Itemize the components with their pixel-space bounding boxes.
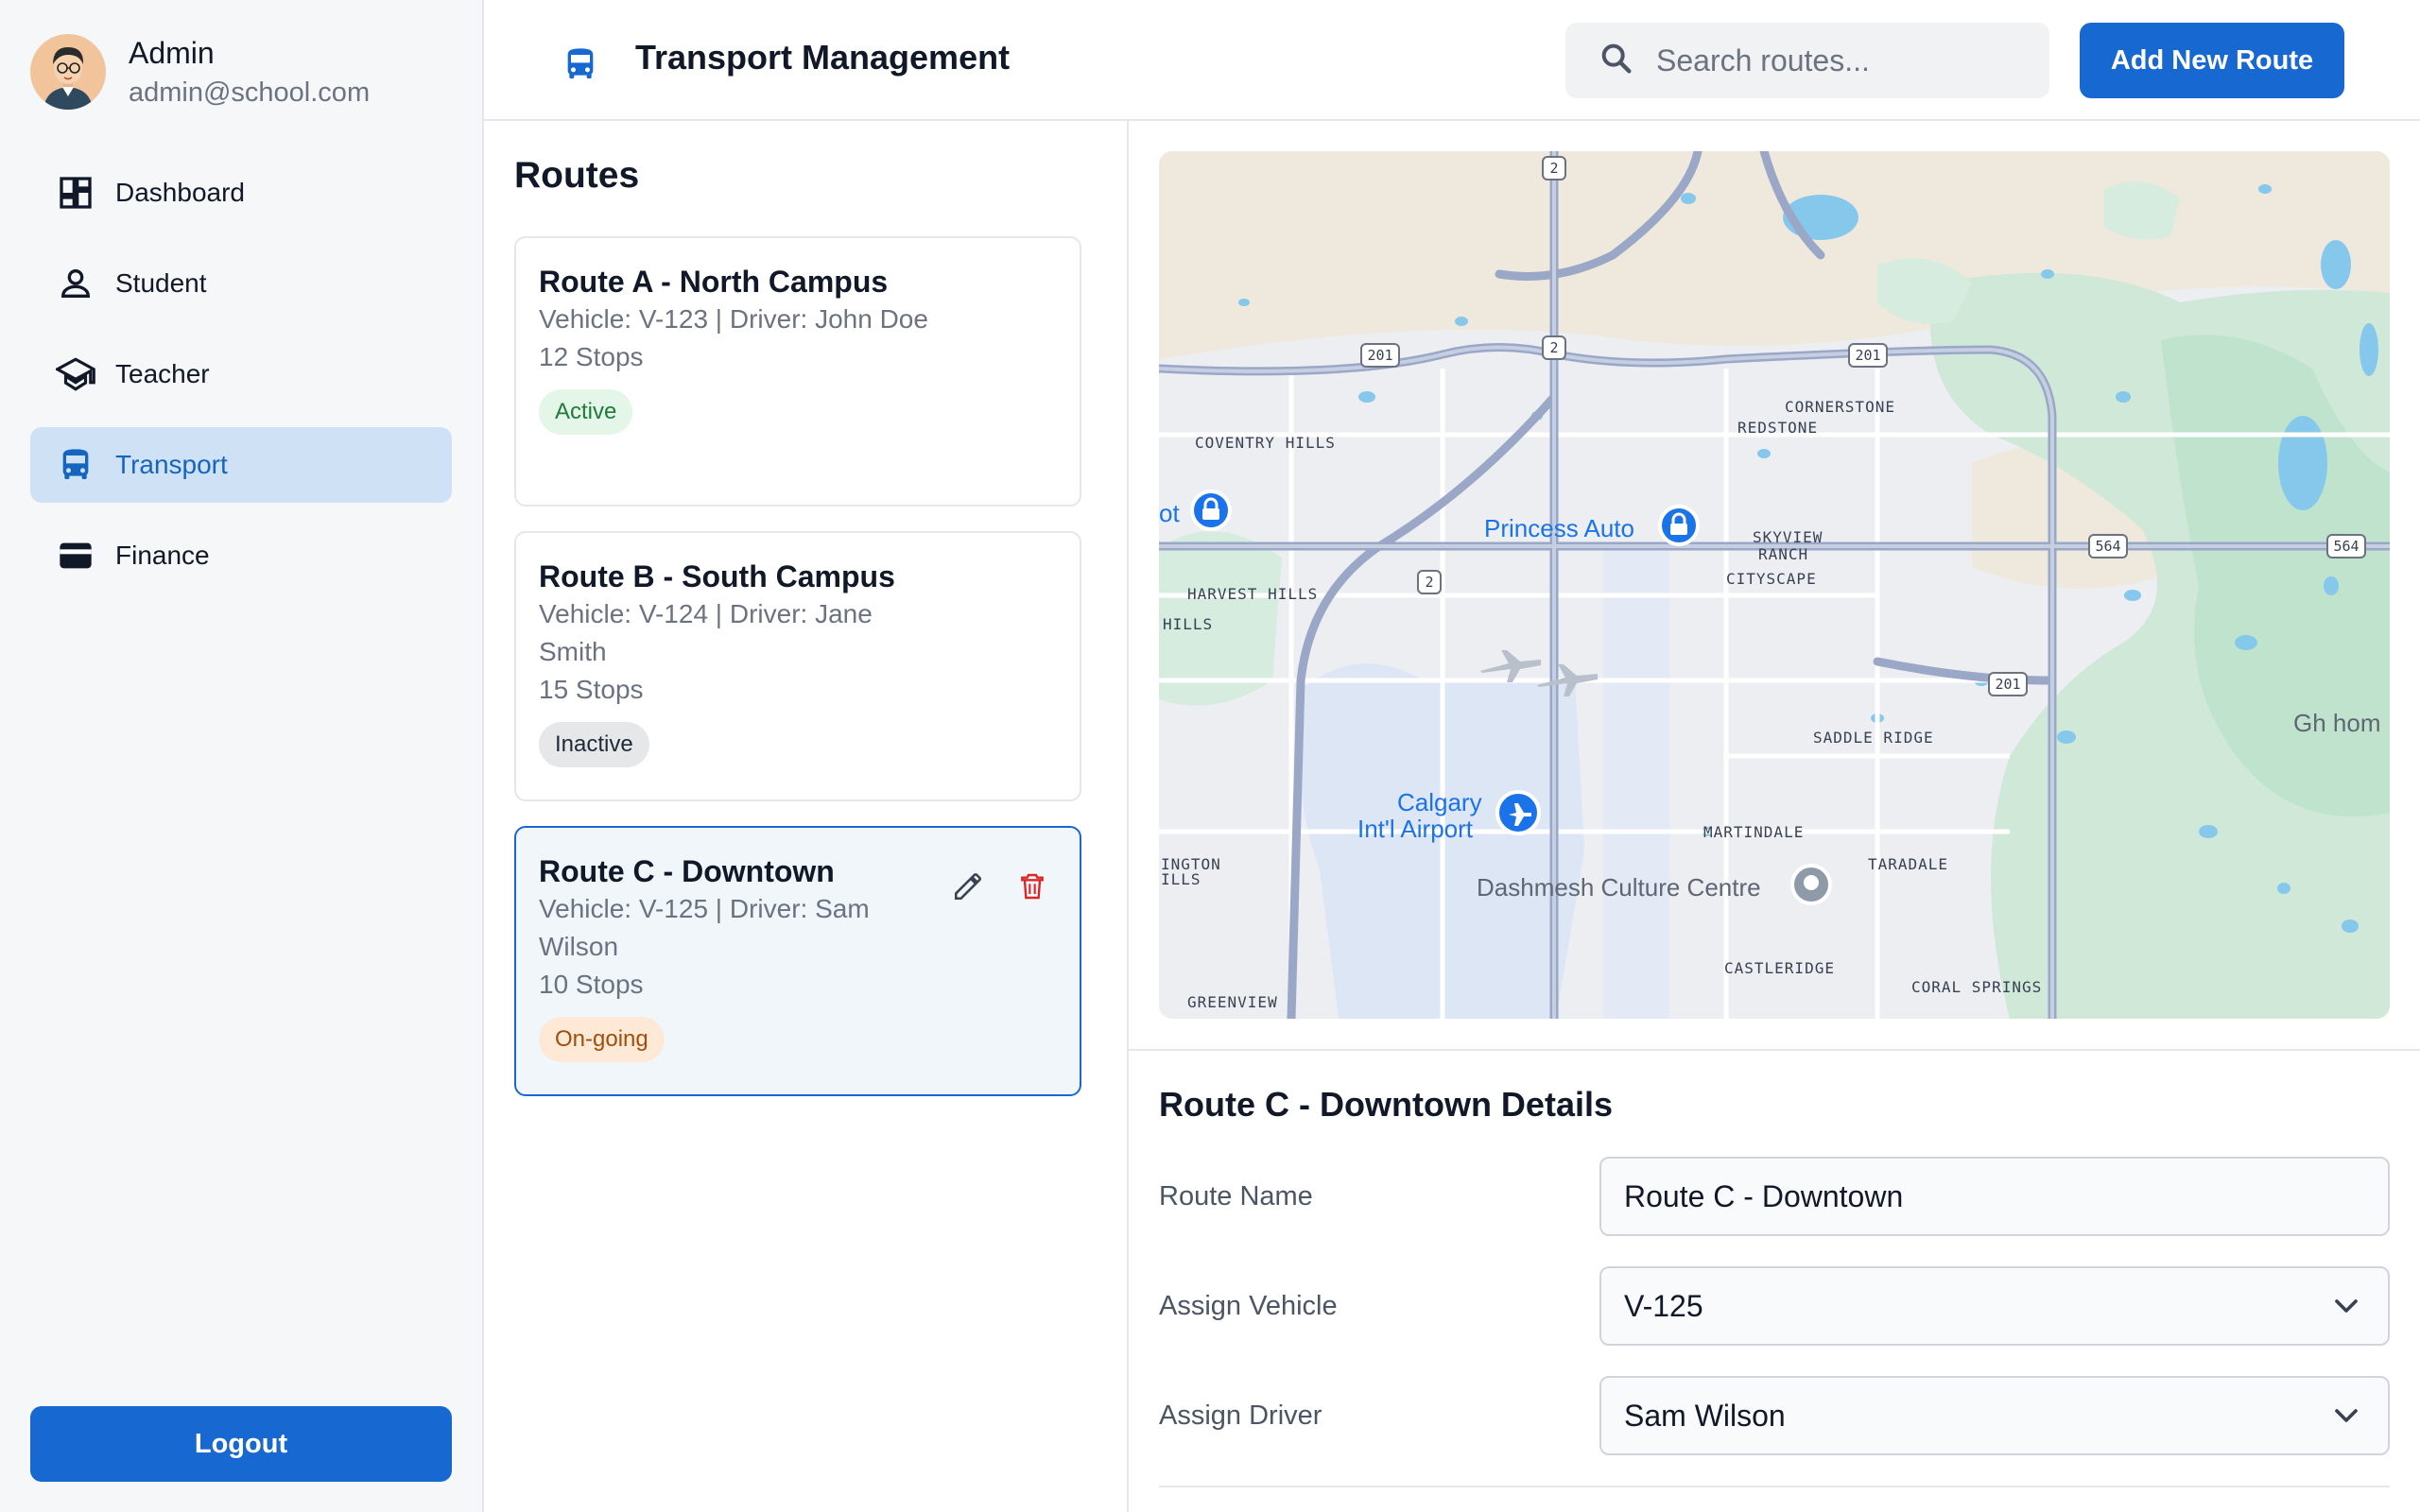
graduation-cap-icon bbox=[55, 353, 96, 395]
logout-button[interactable]: Logout bbox=[30, 1406, 452, 1482]
wallet-icon bbox=[55, 535, 96, 576]
sidebar-item-finance[interactable]: Finance bbox=[30, 518, 452, 593]
divider bbox=[1129, 1049, 2420, 1051]
map-poi-label: Princess Auto bbox=[1484, 514, 1634, 542]
sidebar-item-label: Finance bbox=[115, 541, 210, 570]
selected-vehicle: V-125 bbox=[1624, 1288, 1703, 1323]
sidebar-item-teacher[interactable]: Teacher bbox=[30, 336, 452, 412]
route-card-c[interactable]: Route C - Downtown Vehicle: V-125 | Driv… bbox=[514, 826, 1081, 1096]
highway-shield-label: 2 bbox=[1549, 160, 1558, 177]
assign-driver-select[interactable]: Sam Wilson bbox=[1599, 1376, 2390, 1455]
map-label: TARADALE bbox=[1868, 855, 1948, 873]
route-card-b[interactable]: Route B - South Campus Vehicle: V-124 | … bbox=[514, 531, 1081, 801]
route-card-a[interactable]: Route A - North Campus Vehicle: V-123 | … bbox=[514, 236, 1081, 507]
user-email: admin@school.com bbox=[129, 77, 371, 108]
user-name: Admin bbox=[129, 36, 215, 70]
map-label: HARVEST HILLS bbox=[1187, 585, 1318, 603]
status-badge: On-going bbox=[539, 1017, 665, 1062]
assign-driver-label: Assign Driver bbox=[1159, 1400, 1322, 1431]
sidebar-item-label: Transport bbox=[115, 450, 228, 479]
sidebar-item-label: Student bbox=[115, 268, 207, 298]
assign-vehicle-label: Assign Vehicle bbox=[1159, 1291, 1338, 1321]
routes-panel: Routes Route A - North Campus Vehicle: V… bbox=[484, 121, 1129, 1512]
map-label: COVENTRY HILLS bbox=[1195, 434, 1336, 452]
map-poi-label: Calgary bbox=[1397, 788, 1482, 816]
routes-title: Routes bbox=[514, 155, 640, 196]
map-label: CITYSCAPE bbox=[1726, 570, 1817, 588]
bus-icon bbox=[55, 444, 96, 486]
sidebar-item-label: Dashboard bbox=[115, 178, 245, 207]
divider bbox=[1159, 1486, 2390, 1487]
map-label: CORNERSTONE bbox=[1785, 398, 1895, 416]
sidebar: Admin admin@school.com Dashboard Student… bbox=[0, 0, 484, 1512]
map-label: SADDLE RIDGE bbox=[1813, 729, 1934, 747]
dashboard-icon bbox=[55, 172, 96, 214]
bus-icon bbox=[562, 45, 599, 88]
top-header: Transport Management Add New Route bbox=[484, 0, 2420, 121]
map-pin-icon[interactable] bbox=[1658, 505, 1700, 546]
status-badge: Inactive bbox=[539, 722, 649, 767]
search-box bbox=[1565, 23, 2049, 98]
highway-shield-label: 2 bbox=[1425, 574, 1433, 591]
sidebar-item-label: Teacher bbox=[115, 359, 210, 388]
route-card-actions bbox=[925, 866, 1053, 907]
delete-icon[interactable] bbox=[1011, 866, 1053, 907]
page-title: Transport Management bbox=[635, 38, 1011, 77]
map-label: GREENVIEW bbox=[1187, 993, 1278, 1011]
route-details-title: Route C - Downtown Details bbox=[1159, 1085, 1613, 1124]
status-badge: Active bbox=[539, 389, 633, 435]
route-stops: 12 Stops bbox=[539, 342, 644, 371]
map-label: MARTINDALE bbox=[1703, 823, 1804, 841]
route-name-field bbox=[1599, 1157, 2390, 1236]
sidebar-item-student[interactable]: Student bbox=[30, 246, 452, 321]
route-name-input[interactable] bbox=[1624, 1178, 2342, 1214]
route-map[interactable]: 2 2 2 201 201 201 564 564 COVENTRY HILLS… bbox=[1159, 151, 2390, 1019]
route-name: Route A - North Campus bbox=[539, 265, 889, 299]
person-icon bbox=[55, 263, 96, 304]
map-label: CASTLERIDGE bbox=[1724, 959, 1835, 977]
assign-vehicle-select[interactable]: V-125 bbox=[1599, 1266, 2390, 1346]
highway-shield-label: 201 bbox=[1855, 347, 1880, 364]
route-name-label: Route Name bbox=[1159, 1181, 1313, 1211]
map-poi-label: Gh hom bbox=[2293, 709, 2381, 737]
map-poi-label: ot bbox=[1159, 499, 1180, 527]
route-stops: 15 Stops bbox=[539, 675, 644, 704]
route-stops: 10 Stops bbox=[539, 970, 644, 999]
sidebar-item-dashboard[interactable]: Dashboard bbox=[30, 155, 452, 231]
edit-icon[interactable] bbox=[947, 866, 989, 907]
airport-icon[interactable] bbox=[1495, 790, 1541, 835]
map-label: CORAL SPRINGS bbox=[1911, 978, 2042, 996]
highway-shield-label: 2 bbox=[1549, 339, 1558, 356]
user-profile: Admin admin@school.com bbox=[30, 32, 370, 112]
chevron-down-icon bbox=[2327, 1287, 2365, 1332]
selected-driver: Sam Wilson bbox=[1624, 1398, 1786, 1433]
chevron-down-icon bbox=[2327, 1397, 2365, 1442]
map-poi-label: Dashmesh Culture Centre bbox=[1477, 873, 1761, 902]
highway-shield-label: 564 bbox=[2333, 538, 2359, 555]
avatar bbox=[30, 34, 106, 110]
map-label: RANCH bbox=[1758, 545, 1808, 563]
map-label: ILLS bbox=[1161, 870, 1201, 888]
sidebar-nav: Dashboard Student Teacher Transport Fina… bbox=[30, 155, 452, 609]
sidebar-item-transport[interactable]: Transport bbox=[30, 427, 452, 503]
route-vehicle-driver: Vehicle: V-123 | Driver: John Doe bbox=[539, 304, 928, 334]
search-input[interactable] bbox=[1656, 43, 2015, 78]
route-vehicle-driver: Vehicle: V-125 | Driver: Sam Wilson bbox=[539, 894, 870, 961]
map-label: REDSTONE bbox=[1737, 419, 1818, 437]
highway-shield-label: 201 bbox=[1367, 347, 1392, 364]
map-label: HILLS bbox=[1163, 615, 1213, 633]
highway-shield-label: 201 bbox=[1995, 676, 2020, 693]
highway-shield-label: 564 bbox=[2095, 538, 2120, 555]
landmark-pin-icon[interactable] bbox=[1790, 864, 1832, 905]
route-vehicle-driver: Vehicle: V-124 | Driver: Jane Smith bbox=[539, 599, 873, 666]
map-label: SKYVIEW bbox=[1753, 528, 1823, 546]
search-icon bbox=[1598, 40, 1635, 82]
add-new-route-button[interactable]: Add New Route bbox=[2080, 23, 2344, 98]
map-pin-icon[interactable] bbox=[1190, 490, 1232, 531]
route-name: Route B - South Campus bbox=[539, 559, 895, 593]
map-poi-label: Int'l Airport bbox=[1357, 815, 1474, 843]
